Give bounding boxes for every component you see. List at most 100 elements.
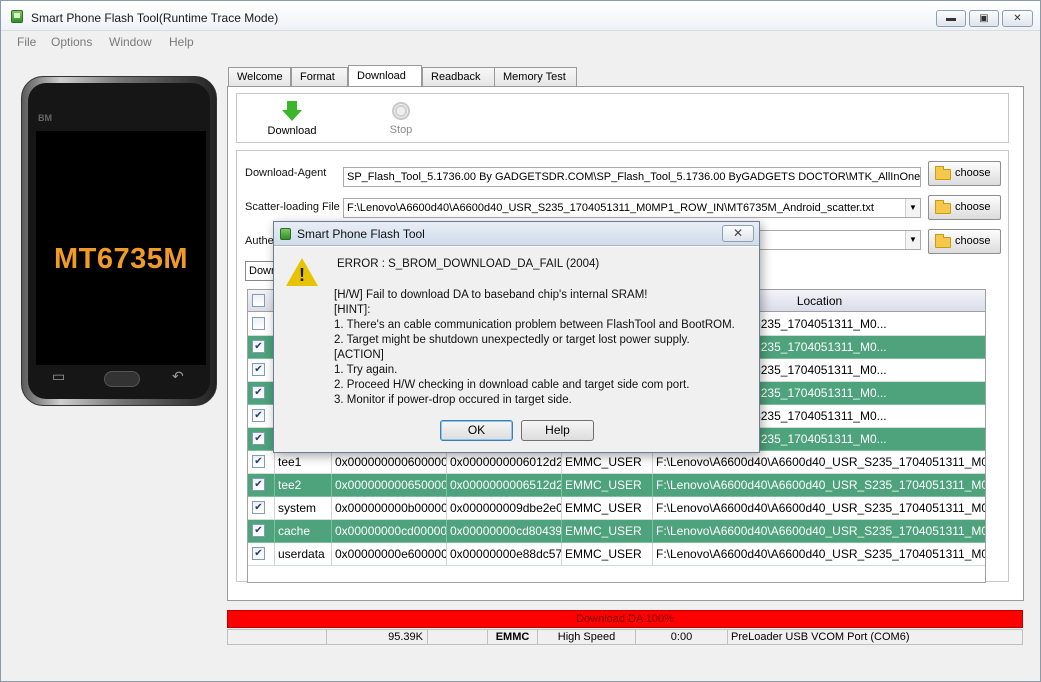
row-checkbox[interactable] xyxy=(252,317,265,330)
app-icon xyxy=(280,228,291,240)
warning-icon: ! xyxy=(286,258,318,286)
location-cell: F:\Lenovo\A6600d40\A6600d40_USR_S235_170… xyxy=(653,543,985,566)
table-row[interactable]: tee10x00000000060000000x0000000006012d2b… xyxy=(248,451,985,474)
window-title: Smart Phone Flash Tool(Runtime Trace Mod… xyxy=(31,11,279,25)
checkbox-cell[interactable] xyxy=(248,336,275,359)
region-cell: EMMC_USER xyxy=(562,497,653,520)
checkbox-cell[interactable] xyxy=(248,543,275,566)
region-cell: EMMC_USER xyxy=(562,451,653,474)
row-checkbox[interactable] xyxy=(252,432,265,445)
checkbox-cell[interactable] xyxy=(248,359,275,382)
name-cell: tee2 xyxy=(275,474,332,497)
choose-download-agent-button[interactable]: choose xyxy=(928,161,1001,186)
tab-format[interactable]: Format xyxy=(291,67,348,87)
checkbox-cell[interactable] xyxy=(248,405,275,428)
row-checkbox[interactable] xyxy=(252,340,265,353)
phone-image: BM MT6735M ▭ ↶ xyxy=(21,76,217,406)
status-bar: 95.39K EMMC High Speed 0:00 PreLoader US… xyxy=(227,629,1023,645)
progress-bar: Download DA 100% xyxy=(227,610,1023,628)
tab-readback[interactable]: Readback xyxy=(422,67,498,87)
download-agent-field[interactable]: SP_Flash_Tool_5.1736.00 By GADGETSDR.COM… xyxy=(343,167,921,187)
location-cell: F:\Lenovo\A6600d40\A6600d40_USR_S235_170… xyxy=(653,520,985,543)
location-cell: F:\Lenovo\A6600d40\A6600d40_USR_S235_170… xyxy=(653,451,985,474)
row-checkbox[interactable] xyxy=(252,547,265,560)
name-cell: userdata xyxy=(275,543,332,566)
download-button-label: Download xyxy=(267,125,317,137)
menu-options[interactable]: Options xyxy=(51,35,92,49)
minimize-button[interactable]: ▬ xyxy=(936,10,966,27)
checkbox-cell[interactable] xyxy=(248,451,275,474)
message-line: [ACTION] xyxy=(334,349,384,361)
error-message: [H/W] Fail to download DA to baseband ch… xyxy=(334,288,735,408)
end-address-cell: 0x0000000006012d2b xyxy=(447,451,562,474)
chevron-down-icon[interactable]: ▼ xyxy=(905,231,920,249)
checkbox-cell[interactable] xyxy=(248,474,275,497)
choose-label: choose xyxy=(955,235,991,247)
table-row[interactable]: tee20x00000000065000000x0000000006512d2b… xyxy=(248,474,985,497)
chip-model-label: MT6735M xyxy=(53,243,189,275)
maximize-button[interactable]: ▣ xyxy=(969,10,999,27)
error-dialog: Smart Phone Flash Tool ✕ ! ERROR : S_BRO… xyxy=(273,221,760,453)
message-line: 1. Try again. xyxy=(334,364,398,376)
tab-memory-test[interactable]: Memory Test xyxy=(494,67,577,87)
checkbox-cell[interactable] xyxy=(248,382,275,405)
region-cell: EMMC_USER xyxy=(562,543,653,566)
name-cell: system xyxy=(275,497,332,520)
checkbox-cell[interactable] xyxy=(248,497,275,520)
end-address-cell: 0x00000000cd80439f xyxy=(447,520,562,543)
menu-window[interactable]: Window xyxy=(109,35,152,49)
status-speed: 95.39K xyxy=(327,630,428,644)
warning-glyph: ! xyxy=(299,265,305,285)
stop-button[interactable]: Stop xyxy=(381,102,421,136)
row-checkbox[interactable] xyxy=(252,409,265,422)
app-icon xyxy=(11,10,23,23)
select-all-checkbox[interactable] xyxy=(252,294,265,307)
ok-button[interactable]: OK xyxy=(440,420,513,441)
dialog-title-bar: Smart Phone Flash Tool ✕ xyxy=(274,222,759,246)
choose-scatter-file-button[interactable]: choose xyxy=(928,195,1001,220)
chevron-down-icon[interactable]: ▼ xyxy=(905,199,920,217)
checkbox-cell[interactable] xyxy=(248,428,275,451)
dialog-body: ! ERROR : S_BROM_DOWNLOAD_DA_FAIL (2004)… xyxy=(274,247,759,452)
message-line: 3. Monitor if power-drop occured in targ… xyxy=(334,394,572,406)
status-storage: EMMC xyxy=(488,630,538,644)
stop-icon xyxy=(392,102,410,120)
row-checkbox[interactable] xyxy=(252,363,265,376)
tab-download[interactable]: Download xyxy=(348,65,422,87)
row-checkbox[interactable] xyxy=(252,478,265,491)
select-all-header[interactable] xyxy=(248,290,275,312)
menu-help[interactable]: Help xyxy=(169,35,194,49)
dialog-close-button[interactable]: ✕ xyxy=(722,225,754,242)
help-button[interactable]: Help xyxy=(521,420,594,441)
table-row[interactable]: userdata0x00000000e60000000x00000000e88d… xyxy=(248,543,985,566)
checkbox-cell[interactable] xyxy=(248,313,275,336)
message-line: [H/W] Fail to download DA to baseband ch… xyxy=(334,289,648,301)
begin-address-cell: 0x0000000006000000 xyxy=(332,451,447,474)
end-address-cell: 0x0000000006512d2b xyxy=(447,474,562,497)
choose-label: choose xyxy=(955,201,991,213)
table-row[interactable]: cache0x00000000cd0000000x00000000cd80439… xyxy=(248,520,985,543)
choose-auth-file-button[interactable]: choose xyxy=(928,229,1001,254)
folder-icon xyxy=(935,234,951,248)
table-row[interactable]: system0x000000000b0000000x000000009dbe2e… xyxy=(248,497,985,520)
stop-button-label: Stop xyxy=(389,124,413,136)
row-checkbox[interactable] xyxy=(252,386,265,399)
row-checkbox[interactable] xyxy=(252,524,265,537)
checkbox-cell[interactable] xyxy=(248,520,275,543)
begin-address-cell: 0x00000000cd000000 xyxy=(332,520,447,543)
scatter-file-combo[interactable]: F:\Lenovo\A6600d40\A6600d40_USR_S235_170… xyxy=(343,198,921,218)
row-checkbox[interactable] xyxy=(252,455,265,468)
title-bar: Smart Phone Flash Tool(Runtime Trace Mod… xyxy=(1,1,1040,31)
tab-welcome[interactable]: Welcome xyxy=(228,67,291,87)
begin-address-cell: 0x00000000e6000000 xyxy=(332,543,447,566)
row-checkbox[interactable] xyxy=(252,501,265,514)
phone-brand: BM xyxy=(38,113,52,123)
phone-home-icon xyxy=(104,371,140,387)
end-address-cell: 0x00000000e88dc573 xyxy=(447,543,562,566)
download-button[interactable]: Download xyxy=(265,101,319,137)
dialog-title: Smart Phone Flash Tool xyxy=(297,227,425,241)
main-window: Smart Phone Flash Tool(Runtime Trace Mod… xyxy=(0,0,1041,682)
menu-file[interactable]: File xyxy=(17,35,36,49)
close-button[interactable]: ✕ xyxy=(1002,10,1033,27)
auth-file-label: Authe xyxy=(245,235,274,247)
